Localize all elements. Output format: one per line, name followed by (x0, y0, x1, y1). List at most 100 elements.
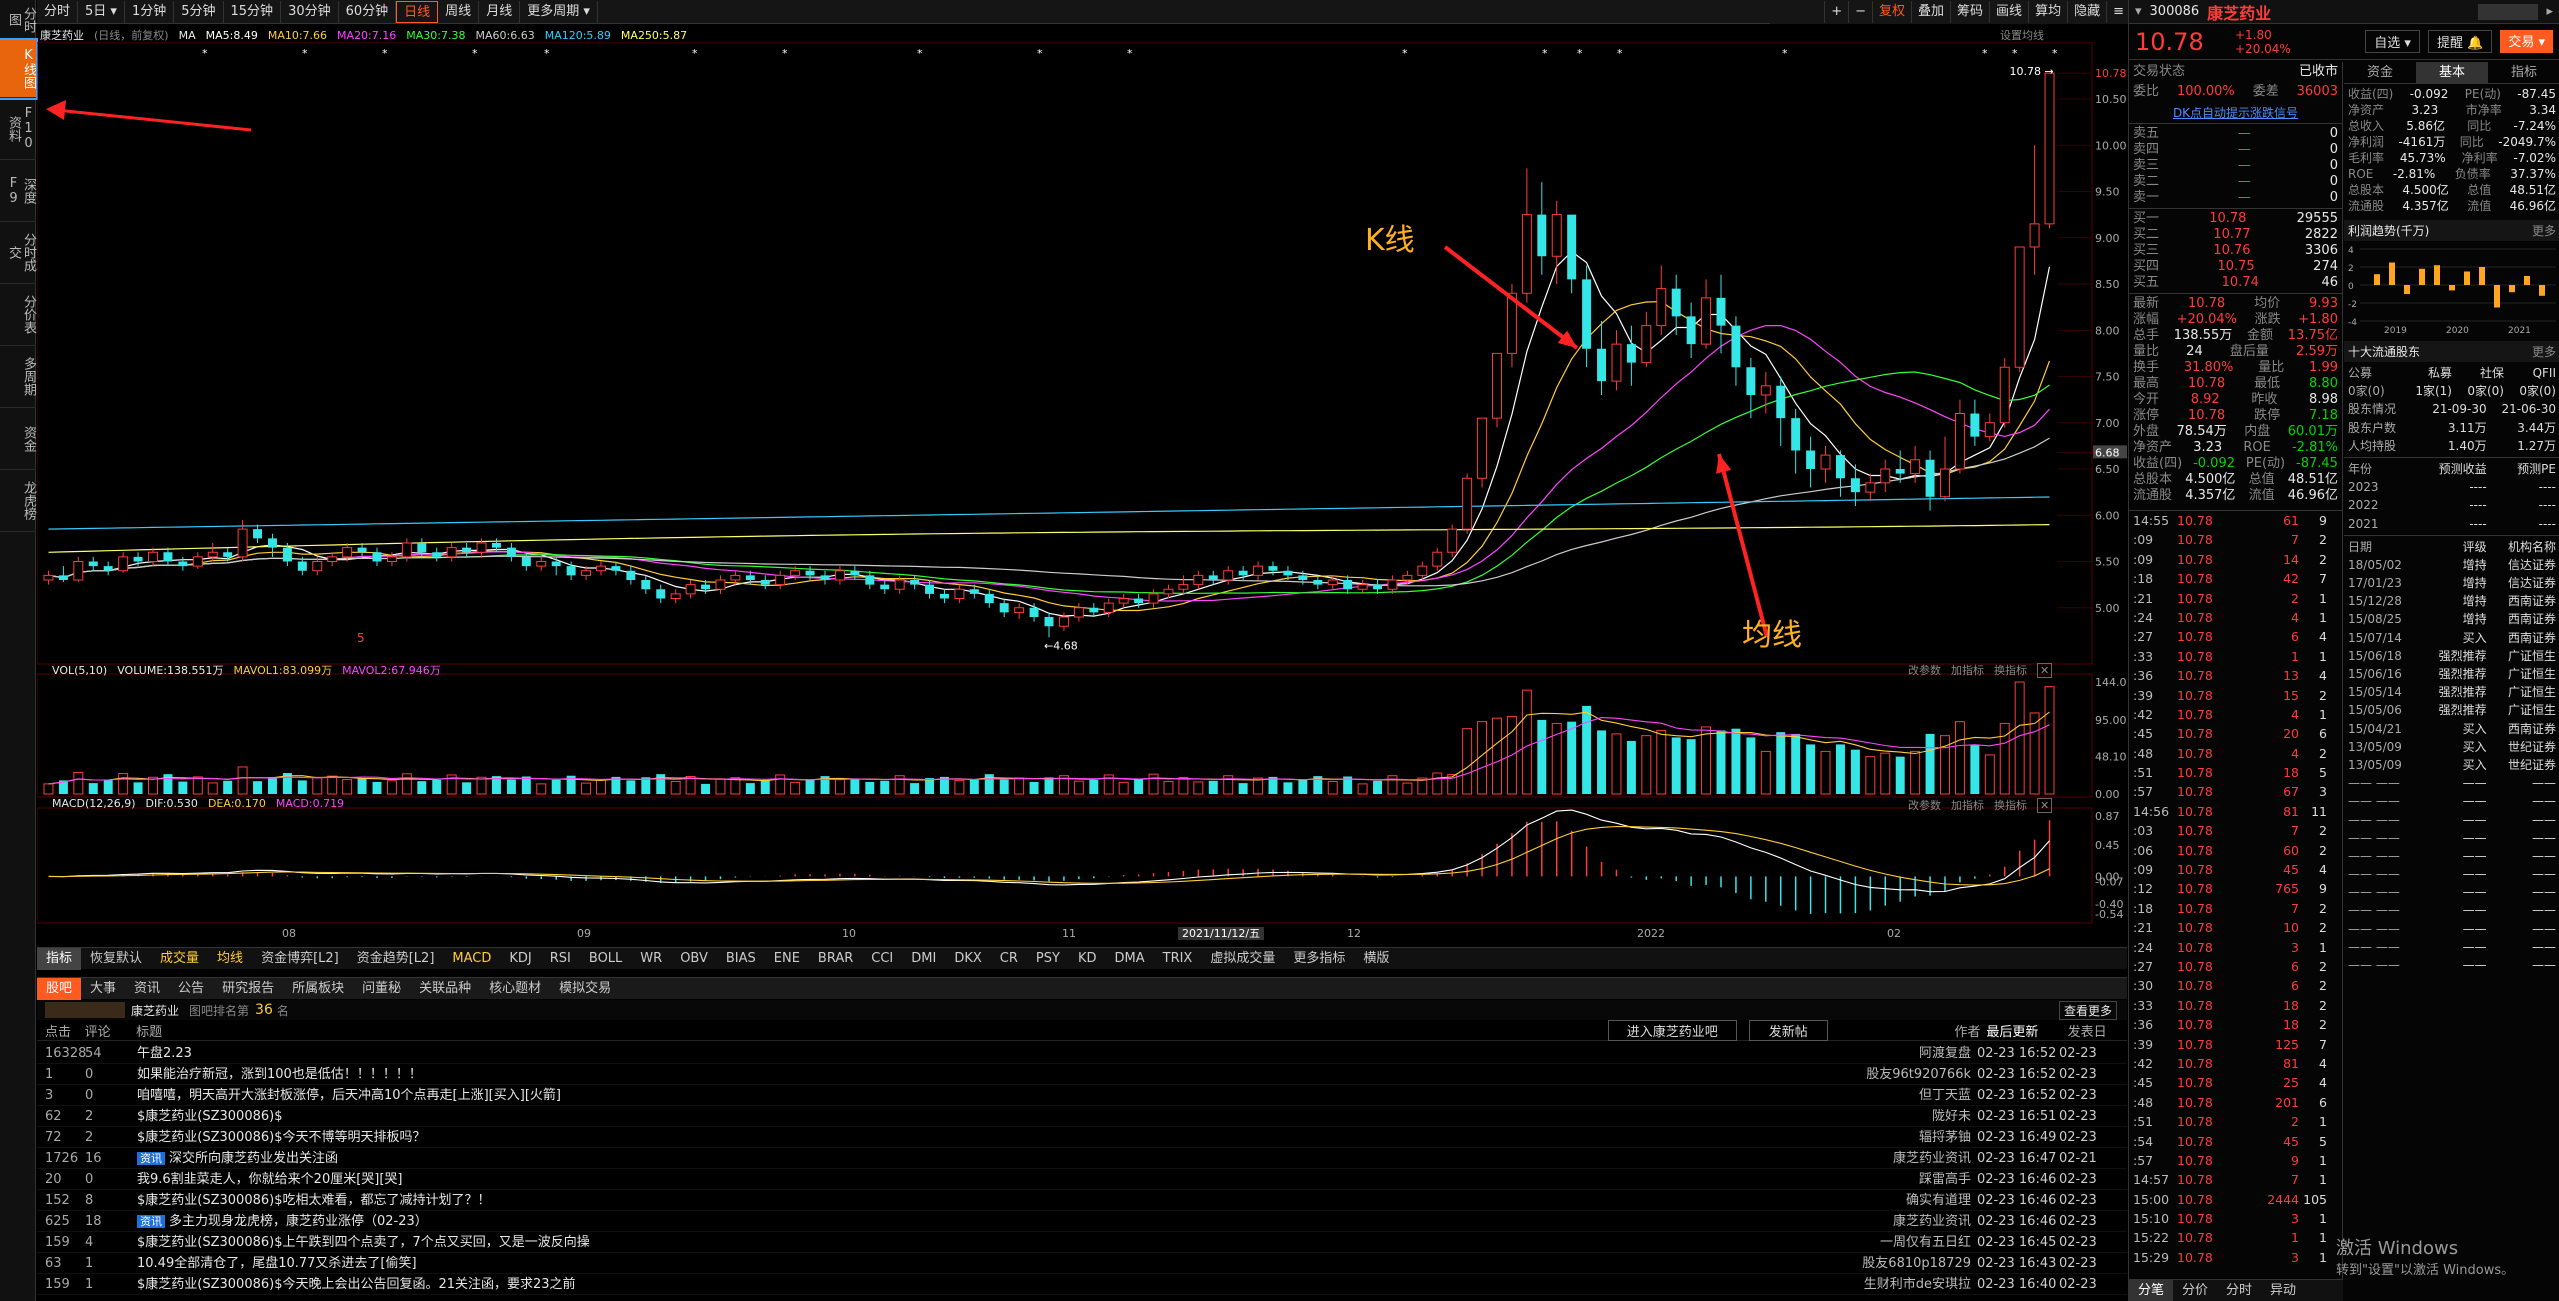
candle-body[interactable] (641, 580, 651, 590)
candle-body[interactable] (312, 561, 323, 572)
indicator-tab-5[interactable]: 资金趋势[L2] (348, 948, 444, 970)
candle-body[interactable] (1940, 468, 1950, 498)
col-last-update[interactable]: 最后更新 (1986, 1021, 2067, 1040)
news-title[interactable]: 资讯 多主力现身龙虎榜，康芝药业涨停（02-23） (137, 1211, 1817, 1231)
event-marker[interactable]: * (382, 47, 388, 60)
candle-body[interactable] (1686, 316, 1696, 345)
holders-more[interactable]: 更多 (2532, 343, 2556, 360)
period-tab-8[interactable]: 周线 (438, 0, 480, 23)
indicator-tab-1[interactable]: 恢复默认 (81, 948, 151, 970)
candle-body[interactable] (1492, 352, 1502, 419)
news-row[interactable]: 159 1 $康芝药业(SZ300086)$今天晚上会出公告回复函。21关注函，要求… (37, 1274, 2127, 1295)
left-nav-item-1[interactable]: K线图 (0, 38, 38, 100)
candle-body[interactable] (148, 551, 158, 562)
candle-body[interactable] (551, 561, 561, 567)
candle-body[interactable] (1776, 385, 1786, 419)
candle-body[interactable] (1283, 570, 1293, 576)
indicator-tab-19[interactable]: PSY (1027, 948, 1069, 970)
news-tab-2[interactable]: 资讯 (125, 978, 169, 1000)
period-tab-0[interactable]: 分时 (37, 0, 79, 23)
enter-bar-button[interactable]: 进入康芝药业吧 (1607, 1020, 1737, 1041)
candle-body[interactable] (1073, 607, 1084, 618)
news-tab-4[interactable]: 研究报告 (213, 978, 283, 1000)
candle-body[interactable] (1820, 454, 1831, 470)
news-row[interactable]: 1 0 如果能治疗新冠，涨到100也是低估！！！！！！ 股友96t920766k 02-… (37, 1064, 2127, 1085)
candle-body[interactable] (1432, 551, 1443, 567)
indicator-tab-12[interactable]: BIAS (717, 948, 765, 970)
vol-add-indicator-button[interactable]: 加指标 (1951, 662, 1984, 678)
candle-body[interactable] (596, 565, 606, 572)
event-marker[interactable]: * (1982, 47, 1988, 60)
candle-body[interactable] (372, 552, 382, 562)
candle-body[interactable] (910, 580, 920, 585)
left-nav-item-6[interactable]: 多周期 (0, 346, 36, 408)
indicator-tab-9[interactable]: BOLL (580, 948, 631, 970)
macd-add-indicator-button[interactable]: 加指标 (1951, 797, 1984, 813)
news-title[interactable]: 10.49全部清仓了，尾盘10.77又杀进去了[偷笑] (137, 1253, 1817, 1273)
candle-body[interactable] (1731, 325, 1741, 368)
candle-body[interactable] (297, 561, 307, 571)
candle-body[interactable] (1551, 214, 1562, 257)
left-nav-item-5[interactable]: 分价表 (0, 284, 36, 346)
candle-body[interactable] (1327, 579, 1338, 586)
indicator-tab-21[interactable]: DMA (1106, 948, 1154, 970)
indicator-tab-24[interactable]: 更多指标 (1284, 948, 1354, 970)
candle-body[interactable] (192, 556, 203, 567)
menu-icon[interactable]: ▾ (2135, 4, 2142, 19)
indicator-tab-2[interactable]: 成交量 (151, 948, 208, 970)
vol-close-icon[interactable]: ✕ (2037, 662, 2053, 678)
candle-body[interactable] (163, 552, 173, 562)
candle-body[interactable] (1746, 367, 1756, 395)
period-tab-7[interactable]: 日线 (396, 0, 439, 23)
candle-body[interactable] (1999, 366, 2010, 424)
chart-tool-1[interactable]: − (1848, 1, 1872, 23)
candle-body[interactable] (1178, 584, 1189, 590)
candle-body[interactable] (401, 542, 412, 558)
kline-chart[interactable]: 10.78 10.50 10.00 9.50 9.00 8.50 8.00 7.50 7.00 6… (37, 42, 2127, 940)
candle-body[interactable] (1850, 478, 1860, 493)
news-tab-1[interactable]: 大事 (81, 978, 125, 1000)
candle-body[interactable] (491, 543, 501, 548)
candle-body[interactable] (1014, 607, 1025, 613)
candle-body[interactable] (1417, 565, 1428, 576)
candle-body[interactable] (2044, 72, 2055, 225)
profit-trend-more[interactable]: 更多 (2532, 222, 2556, 239)
news-row[interactable]: 72 2 $康芝药业(SZ300086)$今天不博等明天排板吗？ 辐捋茅铀 02-23 … (37, 1127, 2127, 1148)
indicator-tab-25[interactable]: 横版 (1354, 948, 1398, 970)
candle-body[interactable] (1521, 214, 1532, 294)
candle-body[interactable] (1134, 598, 1144, 604)
indicator-tab-17[interactable]: DKX (945, 948, 990, 970)
news-row[interactable]: 62 2 $康芝药业(SZ300086)$ 陇好未 02-23 16:51 02-23 (37, 1106, 2127, 1127)
candle-body[interactable] (536, 561, 547, 567)
news-title[interactable]: $康芝药业(SZ300086)$今天晚上会出公告回复函。21关注函，要求23之前 (137, 1274, 1817, 1294)
indicator-tab-7[interactable]: KDJ (500, 948, 540, 970)
news-author[interactable]: 确实有道理 (1817, 1190, 1977, 1210)
candle-body[interactable] (1268, 566, 1278, 571)
dk-signal-link[interactable]: DK点自动提示涨跌信号 (2129, 102, 2342, 123)
candle-body[interactable] (894, 579, 905, 590)
candle-body[interactable] (925, 584, 935, 594)
candle-body[interactable] (178, 561, 188, 567)
candle-body[interactable] (103, 566, 113, 571)
macd-close-icon[interactable]: ✕ (2037, 797, 2053, 813)
alert-button[interactable]: 提醒 🔔 (2427, 30, 2493, 53)
candle-body[interactable] (1597, 348, 1607, 382)
macd-change-indicator-button[interactable]: 换指标 (1994, 797, 2027, 813)
news-author[interactable]: 一周仅有五日红 (1817, 1232, 1977, 1252)
view-more-button[interactable]: 查看更多 (2058, 1000, 2117, 1020)
event-marker[interactable]: * (782, 47, 788, 60)
candle-body[interactable] (1716, 297, 1726, 326)
news-author[interactable]: 但丁天蓝 (1817, 1085, 1977, 1105)
candle-body[interactable] (1029, 607, 1039, 617)
ma-settings-button[interactable]: 设置均线 (2000, 27, 2044, 43)
candle-body[interactable] (834, 570, 845, 581)
news-author[interactable]: 股友96t920766k (1817, 1064, 1977, 1084)
period-tab-3[interactable]: 5分钟 (174, 0, 224, 23)
event-marker[interactable]: * (1577, 47, 1583, 60)
candle-body[interactable] (1402, 574, 1413, 581)
candle-body[interactable] (88, 561, 98, 567)
news-title[interactable]: 我9.6割韭菜走人，你就给来个20厘米[哭][哭] (137, 1169, 1817, 1189)
chart-tool-4[interactable]: 筹码 (1950, 1, 1989, 23)
candle-body[interactable] (1671, 288, 1681, 317)
news-tab-6[interactable]: 问董秘 (353, 978, 410, 1000)
